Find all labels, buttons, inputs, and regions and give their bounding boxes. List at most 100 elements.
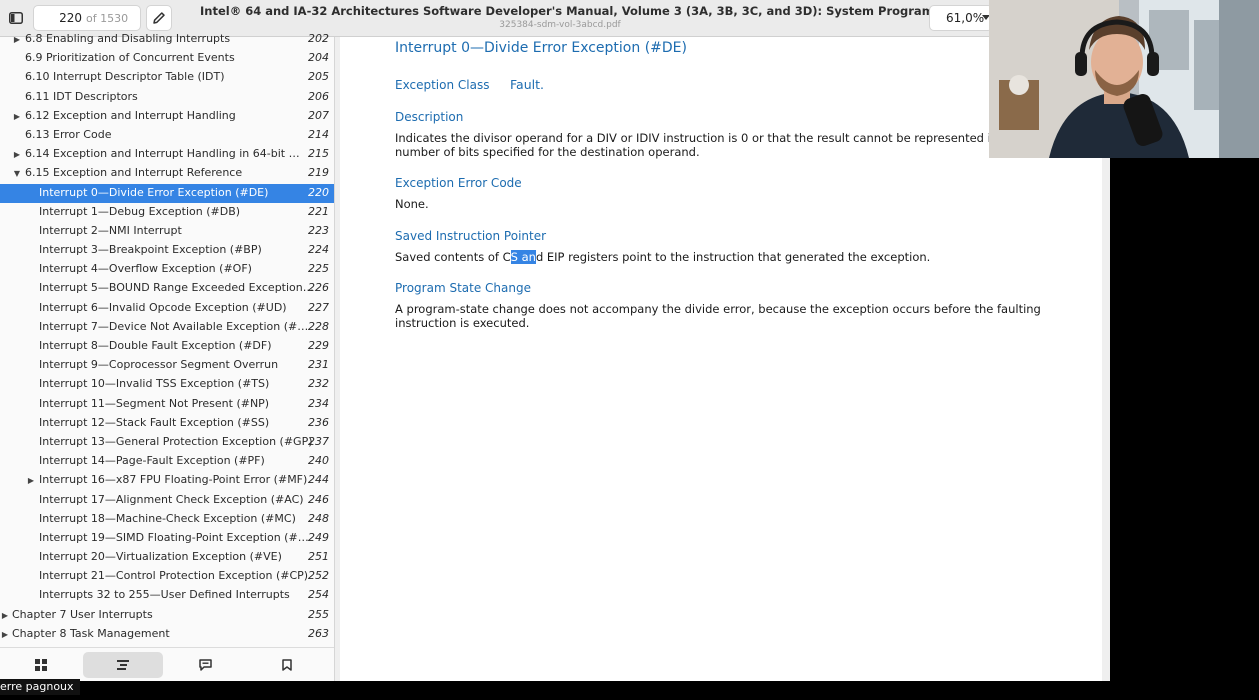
outline-item-page: 226 — [308, 281, 329, 295]
outline-item-title: Interrupt 4—Overflow Exception (#OF) — [39, 262, 252, 276]
zoom-level: 61,0% — [946, 11, 985, 25]
outline-list: ▶ 6.8 Enabling and Disabling Interrupts 20… — [0, 30, 334, 644]
outline-item-title: 6.9 Prioritization of Concurrent Events — [25, 51, 235, 65]
outline-item-title: Interrupt 10—Invalid TSS Exception (#TS) — [39, 377, 270, 391]
zoom-selector[interactable]: 61,0% — [929, 5, 993, 31]
page-number-input[interactable] — [40, 10, 84, 26]
page-number-box: of 1530 — [33, 5, 141, 31]
exception-class-label: Exception Class — [395, 78, 490, 92]
annotations-icon — [198, 659, 212, 671]
outline-item[interactable]: Interrupts 32 to 255—User Defined Interr… — [0, 586, 334, 605]
outline-item-title: Interrupt 9—Coprocessor Segment Overrun — [39, 358, 279, 372]
outline-item[interactable]: Interrupt 1—Debug Exception (#DB) 221 — [0, 203, 334, 222]
outline-item[interactable]: 6.11 IDT Descriptors 206 — [0, 88, 334, 107]
pdf-page: Interrupt 0—Divide Error Exception (#DE)… — [340, 37, 1102, 681]
outline-item-title: Interrupt 16—x87 FPU Floating-Point Erro… — [39, 473, 308, 487]
error-code-text: None. — [395, 197, 429, 211]
sidebar-icon — [9, 12, 23, 24]
outline-item[interactable]: ▼ 6.15 Exception and Interrupt Reference 2… — [0, 164, 334, 183]
state-line-2: instruction is executed. — [395, 316, 530, 330]
outline-item[interactable]: ▶ 6.8 Enabling and Disabling Interrupts 20… — [0, 30, 334, 49]
document-filename: 325384-sdm-vol-3abcd.pdf — [499, 20, 621, 30]
outline-item-page: 205 — [308, 70, 329, 84]
pointer-text-before: Saved contents of C — [395, 250, 511, 264]
expand-arrow-down-icon[interactable]: ▼ — [12, 164, 22, 183]
sidebar-tab-bar — [0, 647, 334, 681]
outline-item[interactable]: Interrupt 21—Control Protection Exceptio… — [0, 567, 334, 586]
document-title: Intel® 64 and IA-32 Architectures Softwa… — [200, 4, 1008, 18]
outline-item-title: Interrupt 1—Debug Exception (#DB) — [39, 204, 241, 218]
sidebar-toggle-button[interactable] — [4, 5, 28, 31]
tab-outline[interactable] — [83, 652, 163, 678]
outline-item[interactable]: Interrupt 4—Overflow Exception (#OF) 225 — [0, 260, 334, 279]
section-heading: Interrupt 0—Divide Error Exception (#DE) — [395, 40, 687, 56]
outline-item[interactable]: Interrupt 19—SIMD Floating-Point Excepti… — [0, 529, 334, 548]
outline-item[interactable]: Interrupt 14—Page-Fault Exception (#PF) 2… — [0, 452, 334, 471]
outline-item-title: Interrupt 3—Breakpoint Exception (#BP) — [39, 243, 262, 257]
expand-arrow-right-icon[interactable]: ▶ — [12, 145, 22, 164]
outline-item-page: 204 — [308, 51, 329, 65]
outline-item-page: 229 — [308, 339, 329, 352]
outline-item-page: 254 — [308, 588, 329, 602]
outline-item-page: 234 — [308, 396, 329, 410]
outline-item[interactable]: Interrupt 0—Divide Error Exception (#DE)… — [0, 183, 334, 203]
expand-arrow-right-icon[interactable]: ▶ — [26, 471, 36, 490]
outline-item-page: 223 — [308, 223, 329, 237]
outline-item-page: 207 — [308, 108, 329, 122]
outline-item[interactable]: Interrupt 11—Segment Not Present (#NP) 23… — [0, 395, 334, 414]
outline-item[interactable]: ▶ Chapter 7 User Interrupts 255 — [0, 606, 334, 625]
pencil-icon — [153, 12, 165, 24]
outline-item[interactable]: ▶ Interrupt 16—x87 FPU Floating-Point Err… — [0, 471, 334, 490]
outline-item[interactable]: Interrupt 12—Stack Fault Exception (#SS)… — [0, 414, 334, 433]
outline-item[interactable]: Interrupt 8—Double Fault Exception (#DF)… — [0, 337, 334, 356]
outline-item[interactable]: 6.9 Prioritization of Concurrent Events 2… — [0, 49, 334, 68]
expand-arrow-right-icon[interactable]: ▶ — [12, 107, 22, 126]
outline-item[interactable]: Interrupt 2—NMI Interrupt 223 — [0, 222, 334, 241]
outline-item-page: 232 — [308, 377, 329, 391]
outline-item[interactable]: Interrupt 20—Virtualization Exception (#… — [0, 548, 334, 567]
outline-item-title: Interrupt 20—Virtualization Exception (#… — [39, 550, 282, 564]
tab-thumbnails[interactable] — [1, 652, 81, 678]
outline-item-title: 6.14 Exception and Interrupt Handling in… — [25, 147, 300, 161]
outline-item-page: 225 — [308, 262, 329, 276]
outline-item[interactable]: Interrupt 9—Coprocessor Segment Overrun 2… — [0, 356, 334, 375]
outline-item[interactable]: Interrupt 7—Device Not Available Excepti… — [0, 318, 334, 337]
annotate-button[interactable] — [146, 5, 172, 31]
webcam-overlay — [989, 0, 1259, 158]
outline-item[interactable]: Interrupt 3—Breakpoint Exception (#BP) 22… — [0, 241, 334, 260]
outline-item[interactable]: ▶ 6.14 Exception and Interrupt Handling i… — [0, 145, 334, 164]
outline-item-title: Interrupt 5—BOUND Range Exceeded Excepti… — [39, 281, 314, 295]
outline-item-title: Interrupt 6—Invalid Opcode Exception (#U… — [39, 300, 287, 314]
exception-class-value: Fault. — [510, 77, 544, 92]
text-selection[interactable]: S an — [510, 250, 536, 264]
outline-item-page: 249 — [308, 530, 329, 544]
tab-annotations[interactable] — [165, 652, 245, 678]
webcam-video-image — [989, 0, 1259, 158]
expand-arrow-right-icon[interactable]: ▶ — [12, 30, 22, 49]
expand-arrow-right-icon[interactable]: ▶ — [0, 625, 10, 644]
outline-item[interactable]: 6.13 Error Code 214 — [0, 126, 334, 145]
outline-item-page: 202 — [308, 32, 329, 45]
outline-item-title: Interrupt 0—Divide Error Exception (#DE) — [39, 185, 269, 199]
outline-item-title: Interrupt 7—Device Not Available Excepti… — [39, 319, 314, 333]
outline-item[interactable]: ▶ Chapter 8 Task Management 263 — [0, 625, 334, 644]
outline-item[interactable]: Interrupt 17—Alignment Check Exception (… — [0, 491, 334, 510]
outline-item[interactable]: 6.10 Interrupt Descriptor Table (IDT) 205 — [0, 68, 334, 87]
outline-item[interactable]: Interrupt 18—Machine-Check Exception (#M… — [0, 510, 334, 529]
thumbnails-icon — [35, 659, 47, 671]
outline-item[interactable]: Interrupt 6—Invalid Opcode Exception (#U… — [0, 299, 334, 318]
outline-item[interactable]: Interrupt 10—Invalid TSS Exception (#TS)… — [0, 375, 334, 394]
outline-item-page: 219 — [308, 166, 329, 180]
sidebar: ▶ 6.8 Enabling and Disabling Interrupts 20… — [0, 32, 335, 681]
outline-item-page: 228 — [308, 319, 329, 333]
outline-item-page: 215 — [308, 147, 329, 161]
outline-item-page: 252 — [308, 569, 329, 583]
outline-item-title: Interrupt 21—Control Protection Exceptio… — [39, 569, 309, 583]
outline-item[interactable]: Interrupt 13—General Protection Exceptio… — [0, 433, 334, 452]
outline-item[interactable]: Interrupt 5—BOUND Range Exceeded Excepti… — [0, 279, 334, 298]
expand-arrow-right-icon[interactable]: ▶ — [0, 606, 10, 625]
tab-bookmarks[interactable] — [247, 652, 327, 678]
outline-item-title: Interrupt 2—NMI Interrupt — [39, 223, 182, 237]
outline-item-title: 6.15 Exception and Interrupt Reference — [25, 166, 243, 180]
outline-item[interactable]: ▶ 6.12 Exception and Interrupt Handling 20… — [0, 107, 334, 126]
